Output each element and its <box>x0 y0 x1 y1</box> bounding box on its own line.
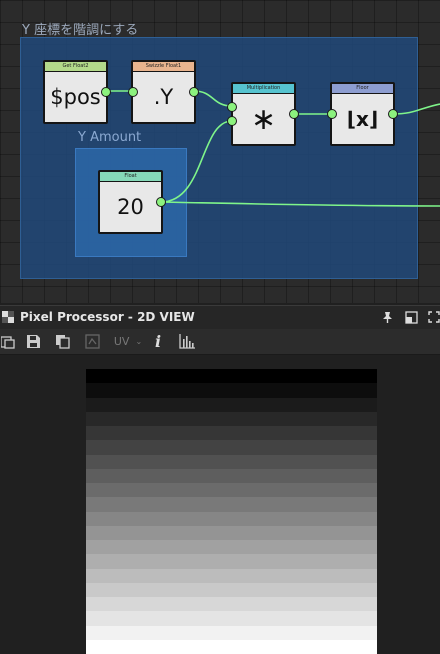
uv-label: UV <box>113 335 130 348</box>
node-floor[interactable]: Floor ⌊x⌋ <box>330 82 395 146</box>
uv-dropdown[interactable]: UV ⌄ <box>110 333 146 350</box>
node-float[interactable]: Float 20 <box>98 170 163 234</box>
port-floor-out[interactable] <box>388 109 398 119</box>
chevron-down-icon: ⌄ <box>135 337 143 346</box>
wire-floor-out <box>392 103 440 115</box>
node-swizzle-header: Swizzle Float1 <box>133 62 194 72</box>
node-multiplication[interactable]: Multiplication ∗ <box>231 82 296 146</box>
node-graph[interactable]: Y 座標を階調にする Y Amount Get Float2 $pos Swiz… <box>0 0 440 303</box>
2d-viewport[interactable] <box>0 355 440 654</box>
node-swizzle[interactable]: Swizzle Float1 .Y <box>131 60 196 124</box>
checker-icon <box>2 311 14 323</box>
pin-icon[interactable] <box>381 311 394 324</box>
node-floor-header: Floor <box>332 84 393 94</box>
gradient-band <box>86 525 377 540</box>
port-float-out[interactable] <box>156 197 166 207</box>
gradient-band <box>86 540 377 555</box>
window-icon[interactable] <box>0 333 16 350</box>
node-get-float2-header: Get Float2 <box>45 62 106 72</box>
gradient-band <box>86 426 377 441</box>
port-mul-out[interactable] <box>289 109 299 119</box>
wire-float-to-mul <box>160 120 233 203</box>
gradient-band <box>86 639 377 654</box>
maximize-icon[interactable] <box>428 311 440 324</box>
node-float-header: Float <box>100 172 161 182</box>
port-swizzle-out[interactable] <box>189 87 199 97</box>
node-get-float2-value: $pos <box>50 85 101 109</box>
gradient-band <box>86 582 377 597</box>
gradient-band <box>86 625 377 640</box>
port-swizzle-in[interactable] <box>128 87 138 97</box>
port-floor-in[interactable] <box>327 109 337 119</box>
gradient-band <box>86 483 377 498</box>
port-get-float2-out[interactable] <box>101 87 111 97</box>
gradient-band <box>86 397 377 412</box>
histogram-icon[interactable] <box>178 333 196 350</box>
info-icon[interactable]: i <box>151 332 165 351</box>
node-swizzle-value: .Y <box>153 85 174 109</box>
save-icon[interactable] <box>25 333 42 350</box>
float-window-icon[interactable] <box>405 311 418 324</box>
gradient-band <box>86 568 377 583</box>
gradient-band <box>86 369 377 384</box>
panel-titlebar: Pixel Processor - 2D VIEW <box>0 305 440 330</box>
panel-title: Pixel Processor - 2D VIEW <box>20 310 195 324</box>
gradient-band <box>86 411 377 426</box>
gradient-band <box>86 440 377 455</box>
node-multiplication-header: Multiplication <box>233 84 294 94</box>
gradient-band <box>86 611 377 626</box>
gradient-band <box>86 511 377 526</box>
wire-float-out <box>160 201 440 207</box>
port-mul-in-a[interactable] <box>227 102 237 112</box>
copy-icon[interactable] <box>54 333 71 350</box>
multiply-icon: ∗ <box>250 101 277 137</box>
gradient-band <box>86 554 377 569</box>
preview-image[interactable] <box>86 369 377 654</box>
gradient-band <box>86 597 377 612</box>
node-wires <box>105 90 440 207</box>
node-float-value: 20 <box>117 195 144 219</box>
view-toolbar: UV ⌄ i <box>0 329 440 355</box>
node-get-float2[interactable]: Get Float2 $pos <box>43 60 108 124</box>
gradient-band <box>86 468 377 483</box>
floor-icon: ⌊x⌋ <box>346 107 379 131</box>
wire-swizzle-to-mul <box>193 90 233 107</box>
port-mul-in-b[interactable] <box>227 116 237 126</box>
gradient-band <box>86 497 377 512</box>
gradient-band <box>86 383 377 398</box>
gradient-band <box>86 454 377 469</box>
tile-icon[interactable] <box>84 333 102 350</box>
